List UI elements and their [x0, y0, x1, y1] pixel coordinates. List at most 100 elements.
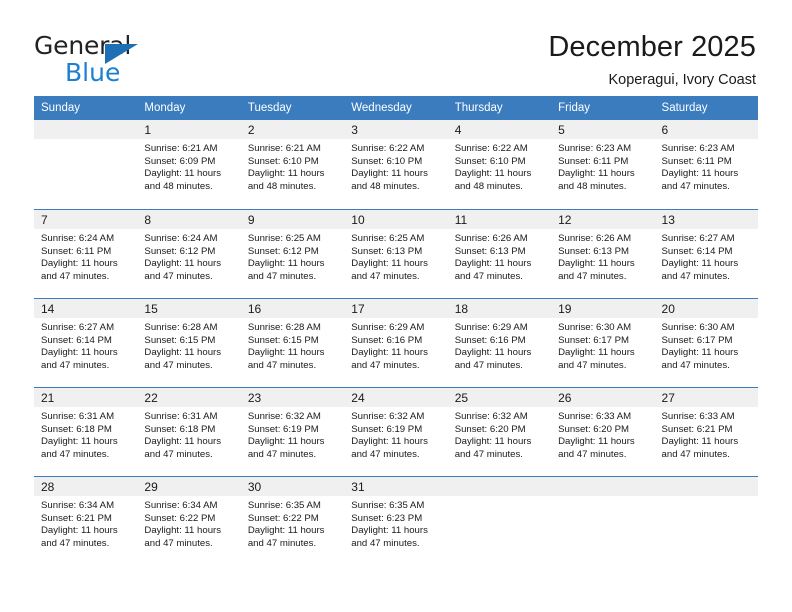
calendar-day-cell[interactable]: 30 Sunrise: 6:35 AM Sunset: 6:22 PM Dayligh…: [240, 476, 345, 565]
calendar-day-cell[interactable]: 16 Sunrise: 6:28 AM Sunset: 6:15 PM Dayligh…: [240, 298, 345, 387]
calendar-day-cell[interactable]: 24 Sunrise: 6:32 AM Sunset: 6:19 PM Dayligh…: [344, 387, 448, 476]
day-details: Sunrise: 6:26 AM Sunset: 6:13 PM Daylight:…: [448, 229, 551, 283]
day-details: Sunrise: 6:23 AM Sunset: 6:11 PM Daylight:…: [551, 139, 654, 193]
calendar-day-cell[interactable]: 20 Sunrise: 6:30 AM Sunset: 6:17 PM Dayligh…: [654, 298, 758, 387]
day-details: Sunrise: 6:32 AM Sunset: 6:19 PM Daylight:…: [344, 407, 447, 461]
daylight-text-line1: Daylight: 11 hours: [351, 258, 428, 270]
daylight-text-line2: and 47 minutes.: [661, 359, 730, 371]
daylight-text-line2: and 47 minutes.: [351, 270, 420, 282]
calendar-day-cell[interactable]: 13 Sunrise: 6:27 AM Sunset: 6:14 PM Dayligh…: [654, 209, 758, 298]
day-details: Sunrise: 6:33 AM Sunset: 6:20 PM Daylight:…: [551, 407, 654, 461]
day-details: Sunrise: 6:33 AM Sunset: 6:21 PM Daylight:…: [655, 407, 758, 461]
day-number: 25: [447, 388, 552, 407]
day-details: Sunrise: 6:27 AM Sunset: 6:14 PM Daylight:…: [34, 318, 137, 372]
day-number: 26: [551, 388, 655, 407]
daylight-text-line2: and 48 minutes.: [247, 180, 317, 192]
calendar-day-cell[interactable]: 18 Sunrise: 6:29 AM Sunset: 6:16 PM Dayligh…: [447, 298, 552, 387]
sunset-text: Sunset: 6:10 PM: [454, 155, 526, 167]
sunset-text: Sunset: 6:20 PM: [558, 423, 630, 435]
calendar-day-cell[interactable]: 7 Sunrise: 6:24 AM Sunset: 6:11 PM Daylight…: [34, 209, 138, 298]
day-number: [654, 477, 758, 496]
calendar-day-cell[interactable]: 1 Sunrise: 6:21 AM Sunset: 6:09 PM Daylight…: [137, 120, 241, 209]
calendar-day-cell[interactable]: 5 Sunrise: 6:23 AM Sunset: 6:11 PM Daylight…: [551, 120, 655, 209]
calendar-week-row: 1 Sunrise: 6:21 AM Sunset: 6:09 PM Daylight…: [34, 120, 758, 209]
day-details: Sunrise: 6:26 AM Sunset: 6:13 PM Daylight:…: [551, 229, 654, 283]
calendar-cell: [654, 476, 758, 565]
calendar-day-cell[interactable]: 6 Sunrise: 6:23 AM Sunset: 6:11 PM Daylight…: [654, 120, 758, 209]
calendar-cell: 17 Sunrise: 6:29 AM Sunset: 6:16 PM Dayligh…: [344, 298, 448, 387]
day-details: Sunrise: 6:32 AM Sunset: 6:20 PM Daylight:…: [448, 407, 551, 461]
calendar-day-cell[interactable]: 12 Sunrise: 6:26 AM Sunset: 6:13 PM Dayligh…: [551, 209, 655, 298]
calendar-day-cell[interactable]: 3 Sunrise: 6:22 AM Sunset: 6:10 PM Daylight…: [344, 120, 448, 209]
calendar-day-cell[interactable]: 11 Sunrise: 6:26 AM Sunset: 6:13 PM Dayligh…: [447, 209, 552, 298]
day-number: 8: [137, 210, 241, 229]
calendar-day-cell[interactable]: 31 Sunrise: 6:35 AM Sunset: 6:23 PM Dayligh…: [344, 476, 448, 565]
calendar-day-cell[interactable]: 27 Sunrise: 6:33 AM Sunset: 6:21 PM Dayligh…: [654, 387, 758, 476]
calendar-day-cell[interactable]: 28 Sunrise: 6:34 AM Sunset: 6:21 PM Dayligh…: [34, 476, 138, 565]
calendar-day-cell[interactable]: 9 Sunrise: 6:25 AM Sunset: 6:12 PM Daylight…: [240, 209, 345, 298]
calendar-day-cell[interactable]: 17 Sunrise: 6:29 AM Sunset: 6:16 PM Dayligh…: [344, 298, 448, 387]
calendar-cell: 11 Sunrise: 6:26 AM Sunset: 6:13 PM Dayligh…: [447, 209, 552, 298]
daylight-text-line2: and 47 minutes.: [247, 359, 317, 371]
calendar-day-cell[interactable]: 21 Sunrise: 6:31 AM Sunset: 6:18 PM Dayligh…: [34, 387, 138, 476]
general-blue-logo: General Blue: [34, 28, 184, 86]
calendar-day-cell[interactable]: 14 Sunrise: 6:27 AM Sunset: 6:14 PM Dayligh…: [34, 298, 138, 387]
daylight-text-line1: Daylight: 11 hours: [247, 168, 325, 180]
calendar-day-cell[interactable]: 23 Sunrise: 6:32 AM Sunset: 6:19 PM Dayligh…: [240, 387, 345, 476]
calendar-cell: 25 Sunrise: 6:32 AM Sunset: 6:20 PM Dayligh…: [447, 387, 552, 476]
daylight-text-line2: and 47 minutes.: [558, 270, 627, 282]
calendar-day-cell[interactable]: 26 Sunrise: 6:33 AM Sunset: 6:20 PM Dayligh…: [551, 387, 655, 476]
calendar-day-cell[interactable]: 10 Sunrise: 6:25 AM Sunset: 6:13 PM Dayligh…: [344, 209, 448, 298]
sunrise-text: Sunrise: 6:23 AM: [661, 143, 735, 154]
day-details: Sunrise: 6:29 AM Sunset: 6:16 PM Daylight:…: [344, 318, 447, 372]
sunrise-text: Sunrise: 6:22 AM: [454, 143, 528, 154]
calendar-day-cell[interactable]: 8 Sunrise: 6:24 AM Sunset: 6:12 PM Daylight…: [137, 209, 241, 298]
sunrise-text: Sunrise: 6:24 AM: [41, 233, 115, 244]
calendar-cell: 10 Sunrise: 6:25 AM Sunset: 6:13 PM Dayligh…: [344, 209, 448, 298]
sunrise-text: Sunrise: 6:25 AM: [351, 233, 425, 244]
sunrise-text: Sunrise: 6:26 AM: [558, 233, 632, 244]
day-details: Sunrise: 6:32 AM Sunset: 6:19 PM Daylight:…: [241, 407, 344, 461]
calendar-day-cell[interactable]: 22 Sunrise: 6:31 AM Sunset: 6:18 PM Dayligh…: [137, 387, 241, 476]
sunset-text: Sunset: 6:19 PM: [351, 423, 423, 435]
calendar-day-cell-empty: [447, 476, 552, 565]
calendar-day-cell[interactable]: 2 Sunrise: 6:21 AM Sunset: 6:10 PM Daylight…: [240, 120, 345, 209]
day-number: 9: [240, 210, 345, 229]
calendar-day-cell[interactable]: 29 Sunrise: 6:34 AM Sunset: 6:22 PM Dayligh…: [137, 476, 241, 565]
sunset-text: Sunset: 6:15 PM: [247, 334, 319, 346]
calendar-day-cell[interactable]: 19 Sunrise: 6:30 AM Sunset: 6:17 PM Dayligh…: [551, 298, 655, 387]
calendar-week-row: 28 Sunrise: 6:34 AM Sunset: 6:21 PM Dayligh…: [34, 476, 758, 565]
daylight-text-line2: and 47 minutes.: [144, 537, 213, 549]
daylight-text-line2: and 47 minutes.: [144, 270, 213, 282]
daylight-text-line1: Daylight: 11 hours: [454, 168, 532, 180]
page-subtitle: Koperagui, Ivory Coast: [608, 72, 757, 88]
daylight-text-line2: and 47 minutes.: [351, 537, 420, 549]
calendar-day-cell[interactable]: 4 Sunrise: 6:22 AM Sunset: 6:10 PM Daylight…: [447, 120, 552, 209]
calendar-day-cell[interactable]: 25 Sunrise: 6:32 AM Sunset: 6:20 PM Dayligh…: [447, 387, 552, 476]
daylight-text-line1: Daylight: 11 hours: [41, 347, 118, 359]
sunset-text: Sunset: 6:19 PM: [247, 423, 319, 435]
sunrise-text: Sunrise: 6:35 AM: [247, 500, 321, 511]
sunrise-text: Sunrise: 6:30 AM: [558, 322, 632, 333]
weekday-header-monday: Monday: [137, 96, 241, 120]
sunrise-text: Sunrise: 6:24 AM: [144, 233, 218, 244]
sunset-text: Sunset: 6:17 PM: [661, 334, 733, 346]
sunrise-text: Sunrise: 6:28 AM: [247, 322, 321, 333]
calendar-cell: 22 Sunrise: 6:31 AM Sunset: 6:18 PM Dayligh…: [137, 387, 241, 476]
daylight-text-line1: Daylight: 11 hours: [41, 525, 118, 537]
daylight-text-line1: Daylight: 11 hours: [454, 258, 532, 270]
calendar-cell: 28 Sunrise: 6:34 AM Sunset: 6:21 PM Dayligh…: [34, 476, 138, 565]
daylight-text-line1: Daylight: 11 hours: [558, 347, 635, 359]
daylight-text-line1: Daylight: 11 hours: [558, 258, 635, 270]
day-number: 1: [137, 120, 241, 139]
calendar-cell: 3 Sunrise: 6:22 AM Sunset: 6:10 PM Daylight…: [344, 120, 448, 209]
sunrise-text: Sunrise: 6:31 AM: [41, 411, 115, 422]
day-number: 15: [137, 299, 241, 318]
calendar-cell: 1 Sunrise: 6:21 AM Sunset: 6:09 PM Daylight…: [137, 120, 241, 209]
day-details: Sunrise: 6:31 AM Sunset: 6:18 PM Daylight:…: [34, 407, 137, 461]
day-details: Sunrise: 6:24 AM Sunset: 6:11 PM Daylight:…: [34, 229, 137, 283]
calendar-cell: 14 Sunrise: 6:27 AM Sunset: 6:14 PM Dayligh…: [34, 298, 138, 387]
day-details: Sunrise: 6:22 AM Sunset: 6:10 PM Daylight:…: [344, 139, 447, 193]
sunset-text: Sunset: 6:11 PM: [661, 155, 732, 167]
calendar-day-cell[interactable]: 15 Sunrise: 6:28 AM Sunset: 6:15 PM Dayligh…: [137, 298, 241, 387]
